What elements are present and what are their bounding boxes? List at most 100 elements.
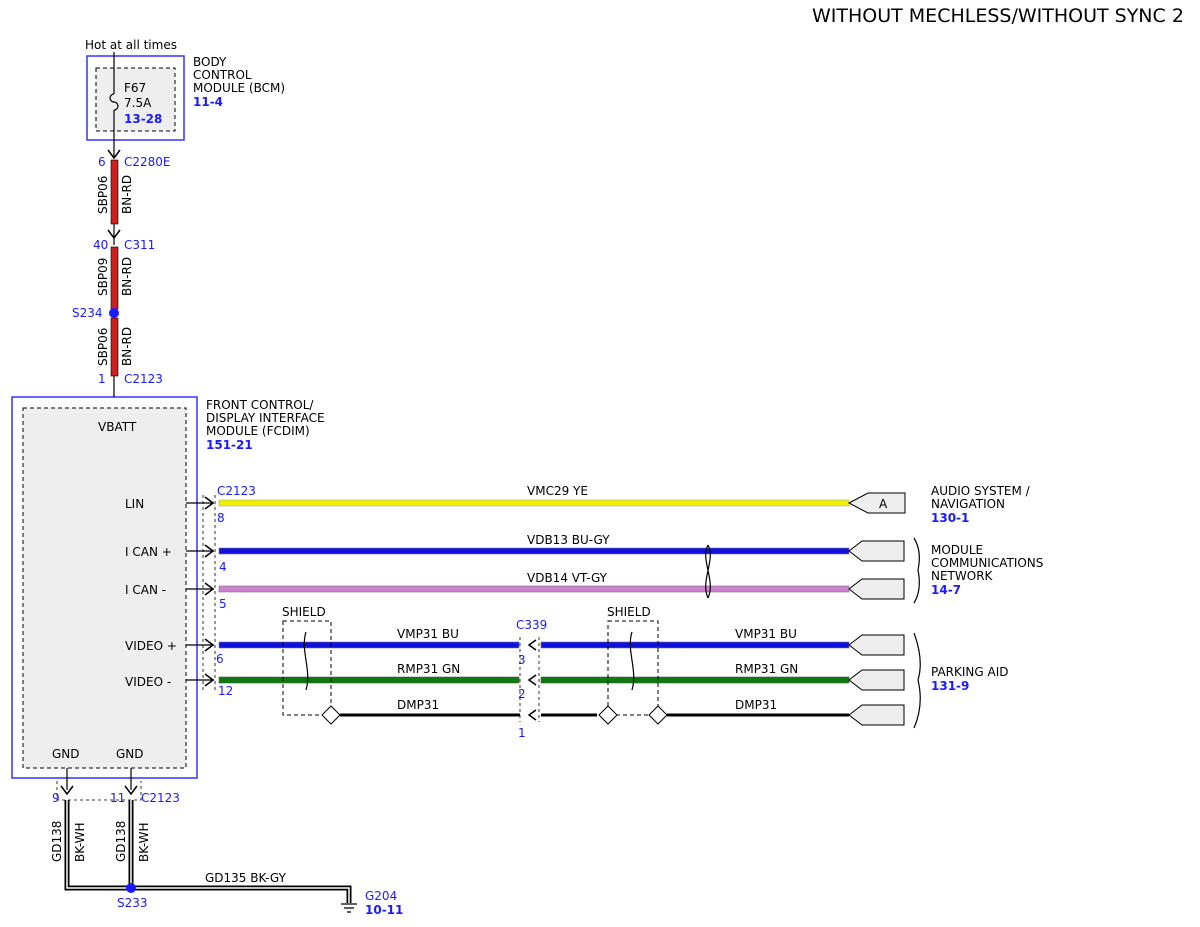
fuse-ref-link[interactable]: 13-28 bbox=[124, 112, 162, 126]
pin-c339-1: 1 bbox=[518, 726, 526, 740]
wire-sbp06-1 bbox=[110, 159, 119, 225]
flag-a-connector bbox=[847, 492, 906, 514]
pin-ican-minus: I CAN - bbox=[125, 583, 166, 597]
wire-sbp09 bbox=[110, 246, 119, 310]
ground-ref-link[interactable]: 10-11 bbox=[365, 903, 403, 917]
fcdim-name-1: FRONT CONTROL/ bbox=[206, 398, 314, 412]
wire-rmp31-right bbox=[540, 676, 850, 684]
mcn-connector-1 bbox=[848, 540, 905, 562]
pin-video-minus: VIDEO - bbox=[125, 675, 171, 689]
pin-c2123-1: 1 bbox=[98, 372, 106, 386]
wire-label-rmp31-right: RMP31 GN bbox=[735, 662, 798, 676]
mcn-connector-2 bbox=[848, 578, 905, 600]
pin-4: 4 bbox=[219, 560, 227, 574]
fcdim-name-2: DISPLAY INTERFACE bbox=[206, 411, 325, 425]
fuse-rating: 7.5A bbox=[124, 96, 152, 110]
color-sbp06-1: BN-RD bbox=[120, 175, 134, 214]
pin-8: 8 bbox=[217, 511, 225, 525]
circuit-gd138-1: GD138 bbox=[50, 821, 64, 862]
wire-vmc29 bbox=[218, 499, 850, 507]
pin-c311: 40 bbox=[93, 238, 108, 252]
pin-c2280e: 6 bbox=[98, 155, 106, 169]
dest-mcn-2: COMMUNICATIONS bbox=[931, 556, 1043, 570]
shield-drain-mid-icon bbox=[598, 705, 618, 725]
wiring-diagram: WITHOUT MECHLESS/WITHOUT SYNC 2 Hot at a… bbox=[11, 5, 1184, 917]
shield-label-left: SHIELD bbox=[282, 605, 326, 619]
dest-audio-2: NAVIGATION bbox=[931, 497, 1005, 511]
shield-drain-right-icon bbox=[648, 705, 668, 725]
dest-audio-1: AUDIO SYSTEM / bbox=[931, 484, 1031, 498]
pin-ican-plus: I CAN + bbox=[125, 545, 172, 559]
pin-vbatt: VBATT bbox=[98, 420, 137, 434]
pin-gnd-1: GND bbox=[52, 747, 80, 761]
ground-g204: G204 bbox=[365, 889, 397, 903]
splice-s234-label: S234 bbox=[72, 306, 103, 320]
splice-s233 bbox=[126, 883, 136, 893]
pin-c339-2: 2 bbox=[518, 687, 526, 701]
wire-vdb13 bbox=[218, 547, 850, 555]
fuse-name: F67 bbox=[124, 81, 146, 95]
pin-lin: LIN bbox=[125, 497, 144, 511]
wire-rmp31-left bbox=[218, 676, 520, 684]
pin-5: 5 bbox=[219, 597, 227, 611]
wire-label-vdb14: VDB14 VT-GY bbox=[527, 571, 608, 585]
color-sbp09: BN-RD bbox=[120, 257, 134, 296]
wire-vmp31-left bbox=[218, 641, 520, 649]
dest-mcn-1: MODULE bbox=[931, 543, 983, 557]
c339-arrow-icons bbox=[527, 639, 537, 721]
parking-aid-connector-1 bbox=[848, 634, 905, 656]
wire-vmp31-right bbox=[540, 641, 850, 649]
wire-label-vmp31-left: VMP31 BU bbox=[397, 627, 459, 641]
shield-label-right: SHIELD bbox=[607, 605, 651, 619]
color-gd138-2: BK-WH bbox=[137, 822, 151, 862]
connector-c2123-gnd: C2123 bbox=[141, 791, 180, 805]
wire-label-gd135: GD135 BK-GY bbox=[205, 871, 287, 885]
diagram-title: WITHOUT MECHLESS/WITHOUT SYNC 2 bbox=[812, 5, 1184, 27]
circuit-sbp06-1: SBP06 bbox=[96, 176, 110, 214]
color-sbp06-2: BN-RD bbox=[120, 327, 134, 366]
dest-parking-1: PARKING AID bbox=[931, 665, 1009, 679]
wire-label-vmp31-right: VMP31 BU bbox=[735, 627, 797, 641]
fcdim-name-3: MODULE (FCDIM) bbox=[206, 424, 310, 438]
wire-label-rmp31-left: RMP31 GN bbox=[397, 662, 460, 676]
wire-label-dmp31-left: DMP31 bbox=[397, 698, 439, 712]
bracket-mcn bbox=[913, 537, 920, 604]
circuit-sbp09: SBP09 bbox=[96, 258, 110, 296]
pin-c339-3: 3 bbox=[518, 653, 526, 667]
circuit-gd138-2: GD138 bbox=[114, 821, 128, 862]
pin-11: 11 bbox=[110, 791, 125, 805]
connector-c339: C339 bbox=[516, 618, 547, 632]
circuit-sbp06-2: SBP06 bbox=[96, 328, 110, 366]
flag-a-label: A bbox=[879, 497, 888, 511]
shield-drain-left-icon bbox=[321, 705, 341, 725]
parking-aid-connector-3 bbox=[848, 704, 905, 726]
fcdim-ref-link[interactable]: 151-21 bbox=[206, 438, 253, 452]
wire-vdb14 bbox=[218, 585, 850, 593]
pin-video-plus: VIDEO + bbox=[125, 639, 177, 653]
wire-label-dmp31-right: DMP31 bbox=[735, 698, 777, 712]
pin-12: 12 bbox=[218, 684, 233, 698]
pin-gnd-2: GND bbox=[116, 747, 144, 761]
bcm-name-2: CONTROL bbox=[193, 68, 252, 82]
dest-mcn-3: NETWORK bbox=[931, 569, 994, 583]
dest-parking-ref-link[interactable]: 131-9 bbox=[931, 679, 969, 693]
connector-c311: C311 bbox=[124, 238, 155, 252]
splice-s233-label: S233 bbox=[117, 896, 148, 910]
bracket-parking bbox=[913, 632, 921, 729]
connector-c2123-top: C2123 bbox=[124, 372, 163, 386]
connector-c2280e: C2280E bbox=[124, 155, 171, 169]
hot-at-all-times-label: Hot at all times bbox=[85, 38, 177, 52]
pin-6: 6 bbox=[216, 652, 224, 666]
bcm-name-1: BODY bbox=[193, 55, 227, 69]
pin-9: 9 bbox=[52, 791, 60, 805]
dest-audio-ref-link[interactable]: 130-1 bbox=[931, 511, 969, 525]
splice-s234 bbox=[109, 308, 119, 318]
wire-label-vmc29: VMC29 YE bbox=[527, 484, 588, 498]
bcm-name-3: MODULE (BCM) bbox=[193, 81, 285, 95]
wire-sbp06-2 bbox=[110, 317, 119, 377]
dest-mcn-ref-link[interactable]: 14-7 bbox=[931, 583, 961, 597]
connector-c2123-lin: C2123 bbox=[217, 484, 256, 498]
parking-aid-connector-2 bbox=[848, 669, 905, 691]
wire-label-vdb13: VDB13 BU-GY bbox=[527, 533, 610, 547]
bcm-ref-link[interactable]: 11-4 bbox=[193, 95, 223, 109]
